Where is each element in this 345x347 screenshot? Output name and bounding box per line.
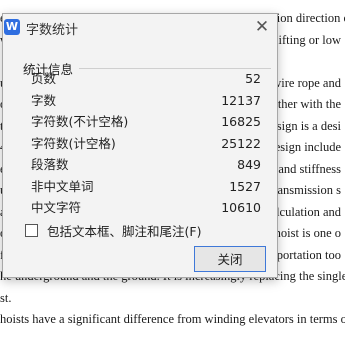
include-textboxes-option[interactable]: 包括文本框、脚注和尾注(F) (25, 221, 201, 240)
stat-value: 849 (237, 157, 261, 172)
stat-label: 页数 (31, 71, 57, 86)
stat-value: 12137 (221, 92, 261, 108)
stat-value: 25122 (221, 135, 261, 151)
close-icon[interactable]: ✕ (251, 16, 273, 38)
stat-row-words: 字数 12137 (31, 90, 261, 112)
document-text-line: esign is a desi (271, 118, 341, 133)
document-text-line: st. (0, 290, 12, 305)
document-text-line: hoist is one o (274, 226, 341, 240)
stats-list: 页数 52 字数 12137 字符数(不计空格) 16825 字符数(计空格) … (31, 68, 261, 219)
stat-label: 中文字符 (31, 200, 82, 215)
include-textboxes-label[interactable]: 包括文本框、脚注和尾注(F) (47, 221, 201, 240)
title-bar[interactable]: W 字数统计 ✕ (3, 14, 277, 44)
document-text-line: hoists have a significant difference fro… (0, 312, 345, 326)
document-text-line: wire rope and (272, 75, 341, 90)
document-text-line: design include (268, 140, 341, 154)
document-text-line: alculation and (270, 204, 341, 219)
include-textboxes-checkbox[interactable] (25, 224, 38, 237)
dialog-title: 字数统计 (26, 23, 79, 38)
stat-value: 10610 (221, 200, 261, 215)
stat-label: 字符数(计空格) (31, 135, 116, 151)
stat-value: 1527 (229, 178, 261, 194)
stat-label: 段落数 (31, 157, 69, 172)
stat-row-non-chinese-words: 非中文单词 1527 (31, 176, 261, 198)
stat-label: 非中文单词 (31, 178, 94, 194)
stat-row-chars-with-spaces: 字符数(计空格) 25122 (31, 133, 261, 155)
stat-value: 16825 (221, 114, 261, 129)
stat-label: 字符数(不计空格) (31, 114, 129, 129)
stat-row-chars-no-spaces: 字符数(不计空格) 16825 (31, 111, 261, 133)
document-text-line: h and stiffness (269, 161, 341, 176)
word-count-dialog: W 字数统计 ✕ 统计信息 页数 52 字数 12137 字符数(不计空格) 1… (2, 13, 278, 278)
document-text-line: ether with the (272, 97, 341, 111)
stat-label: 字数 (31, 92, 57, 108)
close-button[interactable]: 关闭 (194, 246, 266, 272)
wps-app-icon: W (4, 19, 20, 35)
stat-row-pages: 页数 52 (31, 68, 261, 90)
document-text-line: ransmission s (273, 183, 341, 197)
document-text-line: sportation too (271, 247, 341, 262)
stat-row-chinese-chars: 中文字符 10610 (31, 197, 261, 219)
stat-value: 52 (245, 71, 261, 86)
stat-row-paragraphs: 段落数 849 (31, 154, 261, 176)
